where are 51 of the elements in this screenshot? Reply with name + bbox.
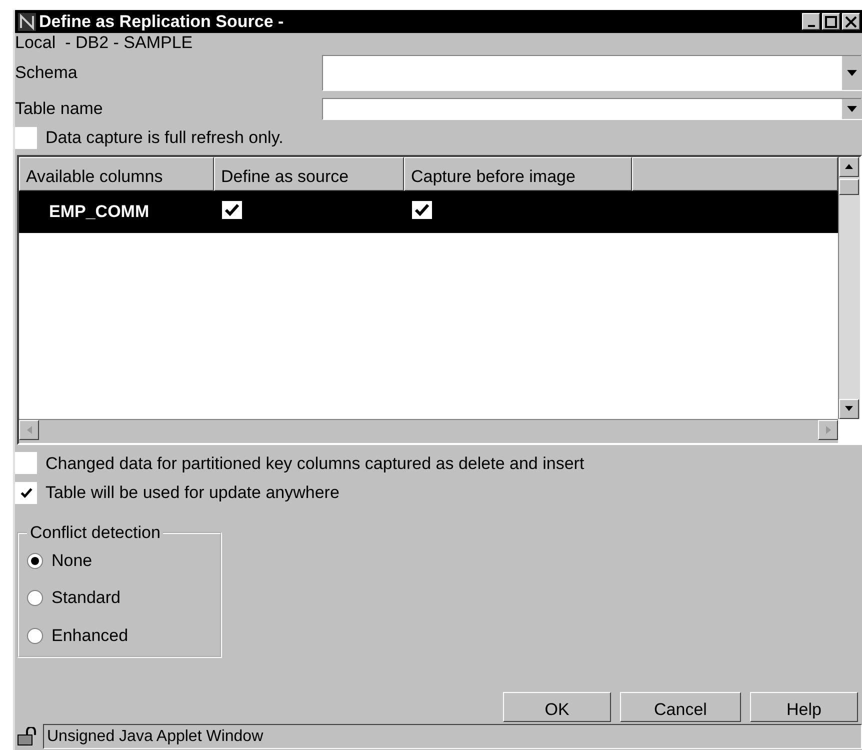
dropdown-field[interactable] — [322, 55, 862, 91]
radio-dot-icon — [31, 556, 39, 564]
dropdown-field[interactable] — [322, 98, 862, 120]
scroll-thumb[interactable] — [839, 178, 859, 194]
cancel-button[interactable]: Cancel — [620, 692, 741, 722]
radio-button[interactable] — [27, 590, 43, 606]
column-header[interactable]: Define as source — [214, 156, 404, 190]
scroll-left-button[interactable] — [19, 420, 39, 440]
window-title: Define as Replication Source - — [39, 10, 284, 33]
status-bar: Unsigned Java Applet Window — [43, 724, 862, 748]
field-label: Table name — [15, 99, 103, 119]
table-cell-text: EMP_COMM — [48, 200, 150, 223]
check-mark-icon — [414, 202, 430, 217]
checkbox-label: Table will be used for update anywhere — [46, 482, 340, 504]
minimize-icon — [808, 24, 814, 26]
radio-label: Enhanced — [52, 624, 128, 647]
minimize-button[interactable] — [802, 13, 820, 30]
column-header[interactable]: Available columns — [19, 156, 214, 190]
up-arrow-icon — [845, 164, 853, 169]
ok-button[interactable]: OK — [503, 692, 611, 722]
checkbox[interactable] — [15, 126, 37, 149]
radio-label: None — [52, 550, 92, 572]
left-arrow-icon — [26, 426, 32, 434]
radio-label: Standard — [52, 587, 120, 610]
radio-button[interactable] — [27, 628, 43, 644]
check-mark-icon — [20, 487, 32, 499]
column-header[interactable]: Capture before image — [404, 156, 632, 190]
down-arrow-icon — [845, 406, 853, 411]
right-arrow-icon — [826, 426, 830, 434]
help-button[interactable]: Help — [750, 692, 858, 722]
checkbox-label: Changed data for partitioned key columns captured as delete and insert — [46, 452, 584, 474]
group-title: Conflict detection — [29, 524, 162, 542]
checkbox[interactable] — [15, 482, 37, 504]
scroll-down-button[interactable] — [839, 398, 859, 418]
location-label: Local - DB2 - SAMPLE — [15, 33, 194, 53]
field-label: Schema — [15, 63, 78, 83]
checkbox[interactable] — [412, 200, 432, 219]
maximize-icon — [825, 16, 837, 28]
radio-button[interactable] — [27, 552, 43, 568]
close-button[interactable] — [842, 13, 860, 30]
table-row[interactable]: EMP_COMM — [19, 190, 838, 232]
maximize-button[interactable] — [822, 13, 840, 30]
scroll-right-button[interactable] — [818, 420, 838, 440]
checkbox-label: Data capture is full refresh only. — [46, 127, 284, 149]
vertical-scrollbar[interactable] — [838, 156, 860, 418]
scroll-up-button[interactable] — [839, 156, 859, 176]
close-icon — [845, 16, 857, 28]
checkbox[interactable] — [15, 452, 37, 474]
checkbox[interactable] — [222, 200, 242, 219]
check-mark-icon — [224, 202, 240, 217]
horizontal-scrollbar[interactable] — [19, 418, 838, 442]
